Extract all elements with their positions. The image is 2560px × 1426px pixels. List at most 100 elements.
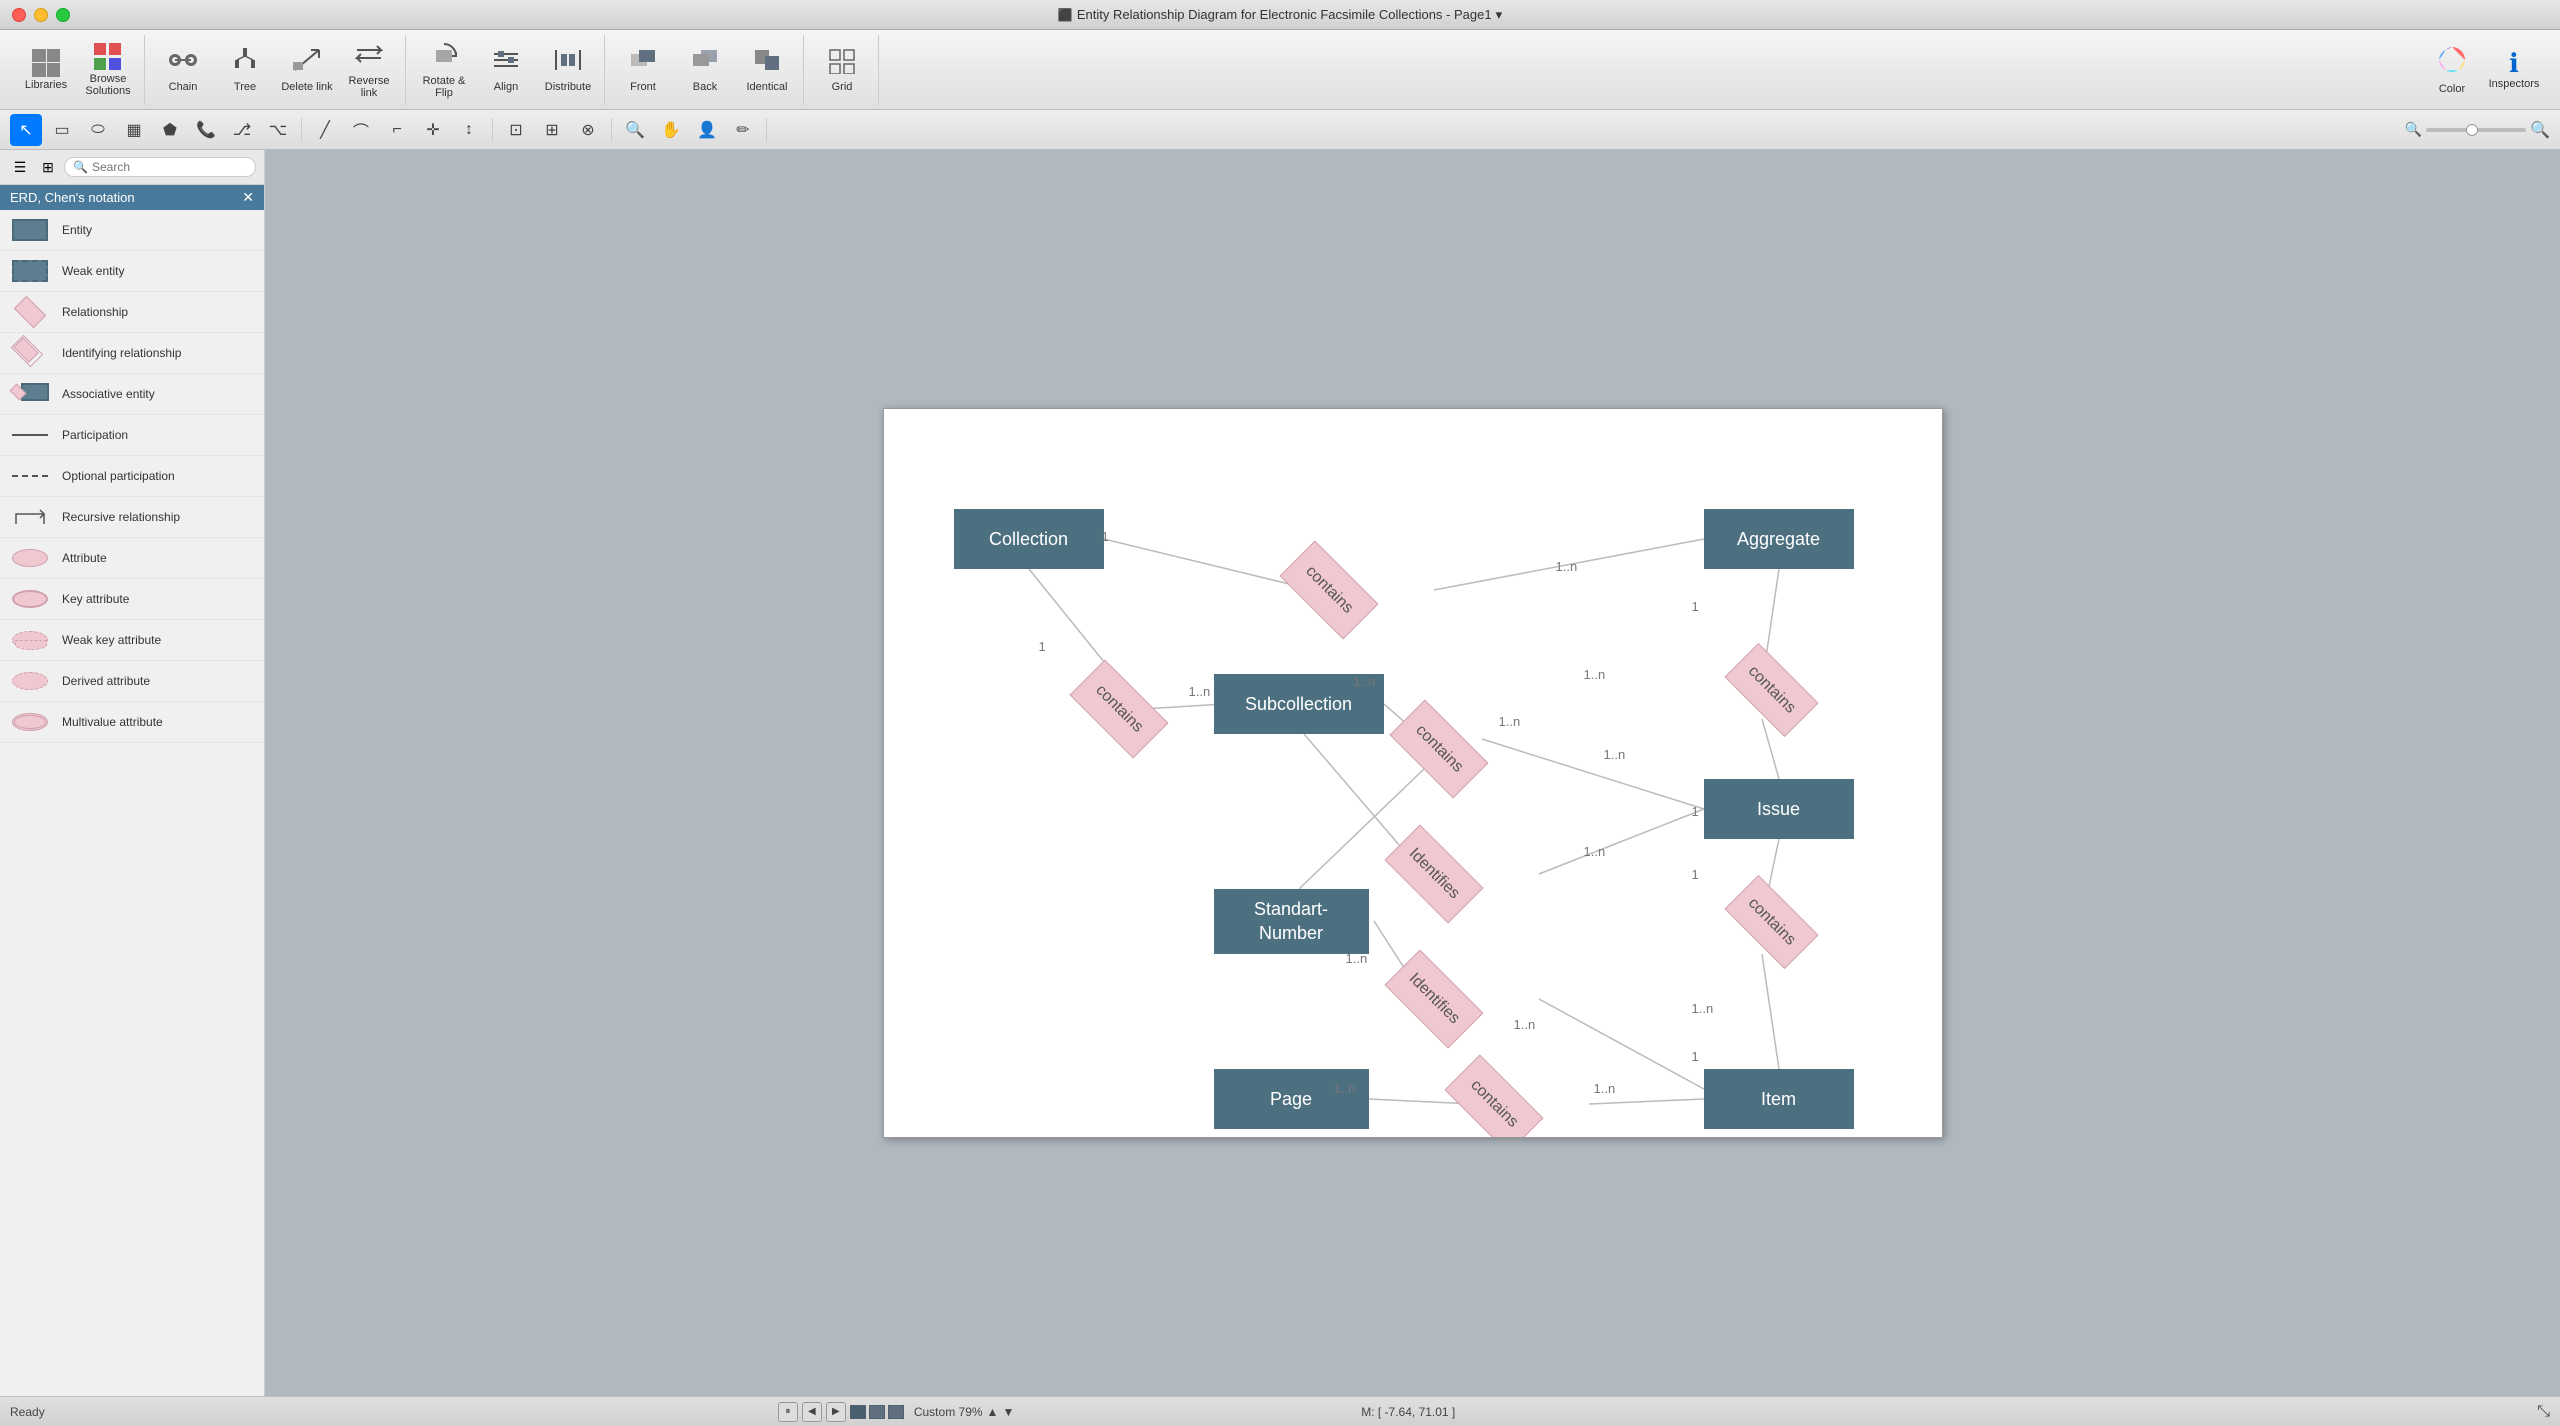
shape-item-recursive-relationship[interactable]: Recursive relationship [0,497,264,538]
shape-item-derived-attribute[interactable]: Derived attribute [0,661,264,702]
relationship-contains2[interactable]: contains [1054,674,1184,744]
reverse-link-button[interactable]: Reverse link [339,38,399,102]
search-bar[interactable]: 🔍 [64,157,256,177]
chain-button[interactable]: Chain [153,38,213,102]
ellipse-tool[interactable]: ⬭ [82,114,114,146]
color-label: Color [2439,83,2465,95]
pen-tool[interactable]: ✏ [727,114,759,146]
relationship-identifies1[interactable]: Identifies [1369,839,1499,909]
arrow-tool[interactable]: ↕ [453,114,485,146]
weak-key-attribute-thumb [10,626,50,654]
pan-tool[interactable]: ✋ [655,114,687,146]
chain-label: Chain [169,81,198,93]
status-resize: ⤡ [1802,1403,2550,1421]
curve-tool[interactable]: ⌒ [345,114,377,146]
front-button[interactable]: Front [613,38,673,102]
panel-list-view[interactable]: ☰ [8,154,32,180]
shape-item-multivalue-attribute[interactable]: Multivalue attribute [0,702,264,743]
relationship-contains3[interactable]: contains [1374,714,1504,784]
polyline-tool[interactable]: ⌐ [381,114,413,146]
relationship-identifies2[interactable]: Identifies [1369,964,1499,1034]
cross-tool[interactable]: ✛ [417,114,449,146]
relationship-contains4[interactable]: contains [1714,657,1829,722]
entity-standart-number[interactable]: Standart- Number [1214,889,1369,954]
align-button[interactable]: Align [476,38,536,102]
zoom-slider[interactable] [2426,128,2526,132]
search-input[interactable] [92,160,247,174]
canvas-area[interactable]: Collection Aggregate contains Subcollect… [265,150,2560,1396]
color-icon [2436,44,2468,81]
color-button[interactable]: Color [2422,38,2482,102]
inspectors-button[interactable]: ℹ Inspectors [2484,38,2544,102]
shape-item-weak-entity[interactable]: Weak entity [0,251,264,292]
delete-link-button[interactable]: Delete link [277,38,337,102]
grid-button[interactable]: Grid [812,38,872,102]
zoom-in-icon[interactable]: 🔍 [2530,120,2550,140]
pause-button[interactable]: ⏸ [778,1402,798,1422]
line-tool[interactable]: ╱ [309,114,341,146]
recursive-relationship-thumb [10,503,50,531]
entity-item[interactable]: Item [1704,1069,1854,1129]
rotate-flip-button[interactable]: Rotate & Flip [414,38,474,102]
libraries-button[interactable]: Libraries [16,38,76,102]
tree-button[interactable]: Tree [215,38,275,102]
next-page-button[interactable]: ▶ [826,1402,846,1422]
page-dot-2[interactable] [869,1405,885,1419]
page-dot-1[interactable] [850,1405,866,1419]
status-text: Ready [10,1405,758,1419]
callout-tool[interactable]: 📞 [190,114,222,146]
close-button[interactable] [12,8,26,22]
zoom-stepper-up[interactable]: ▲ [987,1405,999,1419]
grid-icon [826,46,858,79]
associative-entity-thumb [10,380,50,408]
zoom-stepper-down[interactable]: ▼ [1002,1405,1014,1419]
shape-item-identifying-relationship[interactable]: Identifying relationship [0,333,264,374]
user-tool[interactable]: 👤 [691,114,723,146]
rectangle-tool[interactable]: ▭ [46,114,78,146]
shape-item-associative-entity[interactable]: Associative entity [0,374,264,415]
shape-item-optional-participation[interactable]: Optional participation [0,456,264,497]
maximize-button[interactable] [56,8,70,22]
resize-handle[interactable]: ⤡ [2537,1403,2550,1420]
table-tool[interactable]: ▦ [118,114,150,146]
shape-item-weak-key-attribute[interactable]: Weak key attribute [0,620,264,661]
dropdown-arrow[interactable]: ▾ [1496,7,1503,23]
relationship-contains5[interactable]: contains [1714,889,1829,954]
rel-contains2-label: contains [1091,682,1146,737]
zoom-in-tool[interactable]: 🔍 [619,114,651,146]
zoom-out-icon[interactable]: 🔍 [2405,121,2422,138]
scale-tool[interactable]: ⊞ [536,114,568,146]
connector-tool[interactable]: ⎇ [226,114,258,146]
crop-tool[interactable]: ⊡ [500,114,532,146]
diagram-canvas[interactable]: Collection Aggregate contains Subcollect… [883,408,1943,1138]
minimize-button[interactable] [34,8,48,22]
back-button[interactable]: Back [675,38,735,102]
shape-tool[interactable]: ⬟ [154,114,186,146]
page-dot-3[interactable] [888,1405,904,1419]
status-coordinates: M: [ -7.64, 71.01 ] [1034,1405,1782,1419]
select-tool[interactable]: ↖ [10,114,42,146]
shape-item-relationship[interactable]: Relationship [0,292,264,333]
tb2-sep2 [492,118,493,142]
entity-issue[interactable]: Issue [1704,779,1854,839]
distribute-button[interactable]: Distribute [538,38,598,102]
rotate-tool[interactable]: ⊗ [572,114,604,146]
entity-aggregate[interactable]: Aggregate [1704,509,1854,569]
shape-item-attribute[interactable]: Attribute [0,538,264,579]
identical-button[interactable]: Identical [737,38,797,102]
shape-item-participation[interactable]: Participation [0,415,264,456]
shape-item-entity[interactable]: Entity [0,210,264,251]
entity-collection[interactable]: Collection [954,509,1104,569]
relationship-contains6[interactable]: contains [1429,1069,1559,1138]
zoom-thumb[interactable] [2466,124,2478,136]
entity-page[interactable]: Page [1214,1069,1369,1129]
card-18: 1..n [1692,1001,1714,1016]
relationship-contains1[interactable]: contains [1264,554,1394,626]
inspectors-label: Inspectors [2489,78,2540,90]
panel-grid-view[interactable]: ⊞ [36,154,60,180]
shape-item-key-attribute[interactable]: Key attribute [0,579,264,620]
prev-page-button[interactable]: ◀ [802,1402,822,1422]
panel-close-button[interactable]: ✕ [242,189,254,206]
connector2-tool[interactable]: ⌥ [262,114,294,146]
browse-solutions-button[interactable]: Browse Solutions [78,38,138,102]
